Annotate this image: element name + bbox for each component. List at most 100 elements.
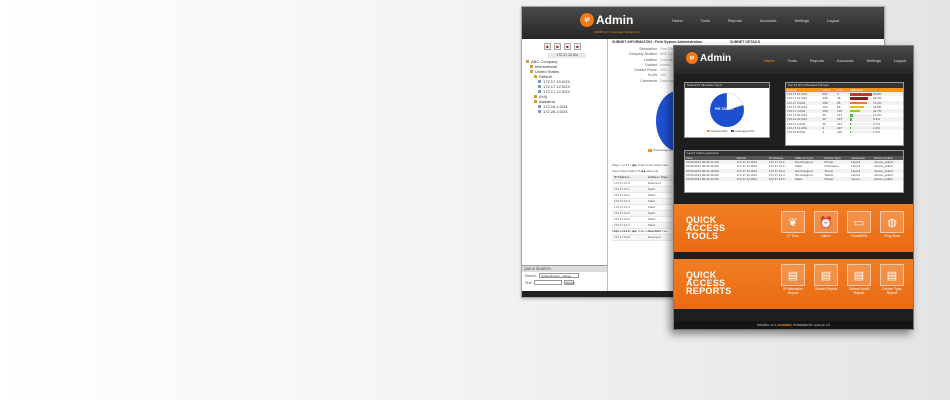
utilization-fill: [850, 114, 854, 117]
utilization-bar: [850, 122, 873, 126]
utilization-bar: [850, 101, 873, 105]
front-app-window: ip Admin Home Tools Reports Accounts Setting…: [673, 45, 914, 330]
info-value: Data use: [660, 78, 675, 83]
nav-item[interactable]: Home: [672, 18, 683, 23]
search-text-input[interactable]: [534, 280, 563, 285]
ip-logo-icon: ip: [580, 13, 594, 27]
utilization-bar: [850, 105, 873, 109]
shortcut-subnet-audit-report[interactable]: ▤ Subnet Audit Report: [845, 264, 873, 295]
alarm-clock-icon: ⏰: [814, 211, 838, 233]
text-label: Text:: [525, 280, 533, 285]
table-cell: Router: [823, 177, 851, 182]
tree-selected-path: 172.17.12.0/4: [548, 53, 586, 58]
utilization-fill: [850, 118, 852, 121]
front-nav: Home Tools Reports Accounts Settings Logout: [764, 58, 906, 63]
pie-center-label: PIE CHART: [715, 107, 735, 111]
utilization-fill: [850, 101, 867, 105]
footer-brand: IPADMIN: [778, 323, 791, 327]
nav-item[interactable]: Logout: [894, 58, 906, 63]
table-cell: 07/31/2013 09:43:22 AM: [685, 177, 736, 182]
nav-item[interactable]: Settings: [794, 18, 808, 23]
shortcut-label: IP Allocation Report: [783, 287, 803, 295]
shortcut-ping-scan[interactable]: ◍ Ping Scan: [878, 211, 906, 238]
nav-item[interactable]: Settings: [866, 58, 880, 63]
used-cell: 4: [822, 130, 825, 135]
band-title-line: REPORTS: [686, 286, 732, 296]
shortcut-subnet-report[interactable]: ▤ Subnet Report: [812, 264, 840, 295]
folder-icon: [530, 70, 533, 73]
utilization-bar: [850, 126, 873, 130]
footer-prefix: IPADMIN v2.0 |: [756, 323, 779, 327]
free-cell: 249: [837, 130, 843, 135]
legend-assigned: Assigned IPs: [711, 129, 728, 133]
utilization-bar: [850, 93, 873, 96]
pager-bottom[interactable]: Page 1 of 24 | ◀ ▶ Total Count: 2041 Las…: [612, 229, 668, 233]
folder-icon: [534, 100, 537, 103]
subnet-tree: ABC Company International United States Def…: [526, 59, 570, 114]
shortcut-label: Twine8004: [850, 234, 868, 238]
shortcut-label: Device Type Report: [882, 287, 902, 295]
allocation-pie-chart: PIE CHART Assigned IPs Unassigned IPs: [707, 92, 755, 133]
subnet-icon: [538, 90, 541, 93]
ip-logo-icon: ip: [686, 52, 698, 64]
search-type-select[interactable]: Subnet/Group – Name: [539, 273, 580, 278]
shortcut-twine8004[interactable]: ▭ Twine8004: [845, 211, 873, 238]
folder-icon: [534, 75, 537, 78]
delete-icon[interactable]: ■: [554, 43, 561, 50]
leaf-icon: ❦: [781, 211, 805, 233]
table-cell: 172.17.12.9: [612, 234, 646, 241]
subnet-icon: [538, 80, 541, 83]
table-cell: device_polled: [873, 177, 903, 182]
shortcut-device-type-report[interactable]: ▤ Device Type Report: [878, 264, 906, 295]
nav-item[interactable]: Accounts: [837, 58, 853, 63]
utilization-bar: [850, 114, 873, 117]
report-icon: ▤: [880, 264, 904, 286]
tree-item[interactable]: 172.26.2.0/24: [526, 109, 570, 114]
shortcut-ip-allocation-report[interactable]: ▤ IP Allocation Report: [779, 264, 807, 295]
back-nav: Home Tools Reports Accounts Settings Logout: [672, 18, 839, 23]
table-row[interactable]: 172.16.8.0/24 4 249 1.6%: [786, 130, 903, 134]
allocation-pie-panel: Total IPv4 Allocation Top 5 PIE CHART As…: [684, 82, 770, 138]
laptop-icon: ▭: [847, 211, 871, 233]
shortcut-label: Subnet Audit Report: [849, 287, 869, 295]
nav-item[interactable]: Accounts: [760, 18, 776, 23]
nav-item[interactable]: Home: [764, 58, 775, 63]
utilization-bar: [850, 109, 873, 113]
nav-item[interactable]: Logout: [827, 18, 839, 23]
utilization-fill: [850, 126, 851, 130]
nav-item[interactable]: Tools: [788, 58, 797, 63]
audit-log-table: Time Subnet IP Address Address Type Device T…: [685, 156, 903, 182]
nav-item[interactable]: Tools: [701, 18, 710, 23]
front-logo[interactable]: ip Admin: [686, 52, 731, 64]
add-icon[interactable]: ■: [544, 43, 551, 50]
folder-icon: [526, 60, 529, 63]
tool-shortcuts: ❦ IP Tree ⏰ Alarm ▭ Twine8004 ◍ Ping Scan: [779, 211, 906, 238]
subnet-icon: [538, 85, 541, 88]
shortcut-label: IP Tree: [787, 234, 799, 238]
shortcut-ip-tree[interactable]: ❦ IP Tree: [779, 211, 807, 238]
tree-toolbar: ■ ■ ■ ■: [544, 43, 581, 50]
table-row[interactable]: 07/31/2013 09:43:22 AM 172.17.12.0/24 172.…: [685, 177, 903, 182]
folder-icon: [530, 65, 533, 68]
utilization-bar: [850, 118, 873, 121]
tree-item-label: 172.26.2.0/24: [543, 109, 568, 114]
utilization-cell: 1.6%: [849, 130, 903, 134]
move-icon[interactable]: ■: [564, 43, 571, 50]
band-title-line: TOOLS: [686, 231, 719, 241]
utilization-percent: 1.6%: [872, 130, 880, 135]
back-logo[interactable]: ip Admin: [580, 13, 633, 27]
nav-item[interactable]: Reports: [810, 58, 824, 63]
pager-top[interactable]: Page 1 of 24 | ◀ ▶ Total Count: 2041 Las…: [612, 163, 668, 167]
dashboard: Total IPv4 Allocation Top 5 PIE CHART As…: [674, 74, 913, 329]
nav-item[interactable]: Reports: [728, 18, 742, 23]
utilization-bar: [850, 97, 873, 100]
report-icon: ▤: [781, 264, 805, 286]
shortcut-label: Subnet Report: [814, 287, 838, 291]
subnet-cell: 172.16.8.0/24: [787, 130, 806, 135]
link-icon[interactable]: ■: [574, 43, 581, 50]
shortcut-alarm[interactable]: ⏰ Alarm: [812, 211, 840, 238]
submit-button[interactable]: Submit: [564, 280, 575, 285]
brand-tagline: ADMIN 2.0 | Licensed: Version 2.0: [594, 30, 640, 34]
top-subnets-table: Subnet Used Free Utilization 172.17.10.0/24 2…: [786, 88, 903, 134]
front-header-bar: ip Admin Home Tools Reports Accounts Setting…: [674, 46, 913, 74]
